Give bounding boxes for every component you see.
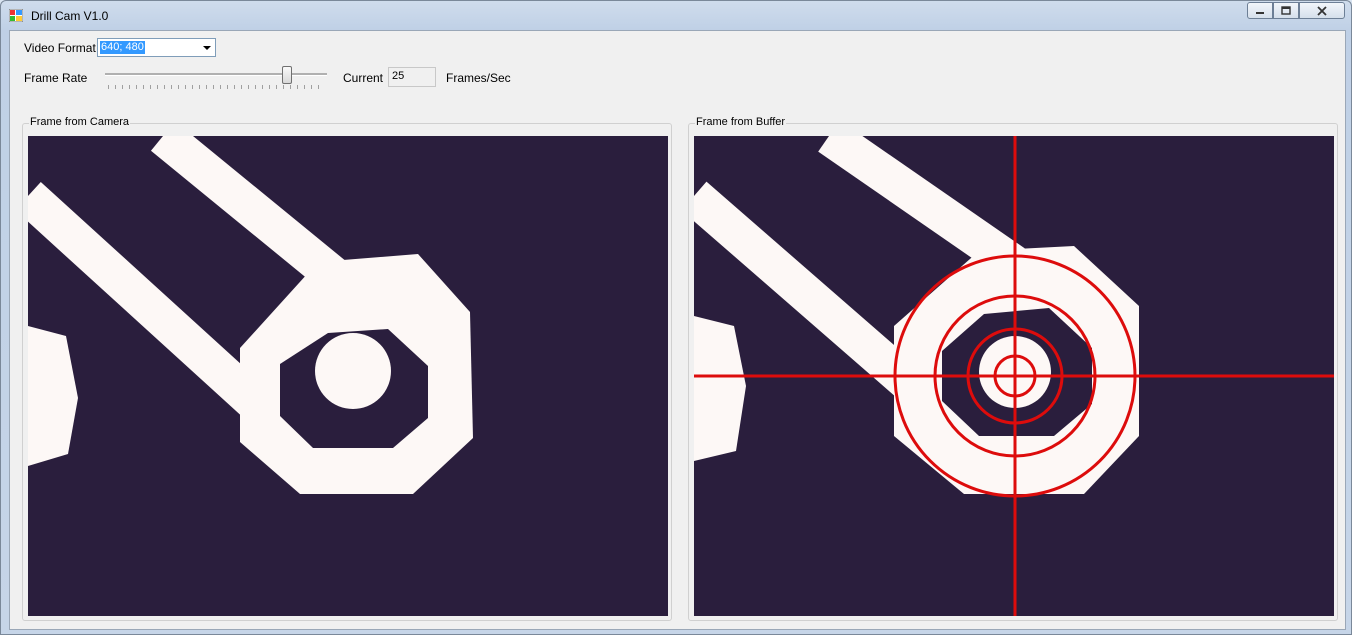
app-icon	[9, 9, 23, 22]
minimize-button[interactable]	[1247, 2, 1273, 19]
frame-rate-slider-thumb[interactable]	[282, 66, 293, 84]
chevron-down-icon[interactable]	[203, 46, 211, 50]
window-title: Drill Cam V1.0	[31, 9, 109, 23]
title-bar[interactable]: Drill Cam V1.0	[1, 1, 1351, 29]
buffer-image	[694, 136, 1334, 616]
buffer-frame	[694, 136, 1334, 616]
fps-unit-label: Frames/Sec	[446, 71, 511, 85]
video-format-label: Video Format	[24, 41, 96, 55]
frame-rate-ticks	[108, 85, 324, 89]
app-window: Drill Cam V1.0 Video Format 640; 480 Fra…	[0, 0, 1352, 635]
client-area: Video Format 640; 480 Frame Rate Current…	[9, 30, 1346, 630]
camera-image	[28, 136, 668, 616]
camera-panel-title: Frame from Camera	[29, 116, 131, 128]
caption-buttons	[1247, 2, 1345, 19]
camera-groupbox: Frame from Camera	[22, 116, 672, 621]
current-fps-field[interactable]: 25	[388, 67, 436, 87]
frame-rate-track[interactable]	[105, 73, 327, 76]
maximize-icon	[1281, 6, 1291, 15]
close-icon	[1317, 5, 1327, 16]
camera-frame	[28, 136, 668, 616]
video-format-select[interactable]: 640; 480	[97, 38, 216, 57]
frame-rate-label: Frame Rate	[24, 71, 88, 85]
video-format-value: 640; 480	[100, 41, 145, 54]
buffer-groupbox: Frame from Buffer	[688, 116, 1338, 621]
current-label: Current	[343, 71, 384, 85]
maximize-button[interactable]	[1273, 2, 1299, 19]
close-button[interactable]	[1299, 2, 1345, 19]
minimize-icon	[1256, 11, 1264, 14]
buffer-panel-title: Frame from Buffer	[695, 116, 787, 128]
